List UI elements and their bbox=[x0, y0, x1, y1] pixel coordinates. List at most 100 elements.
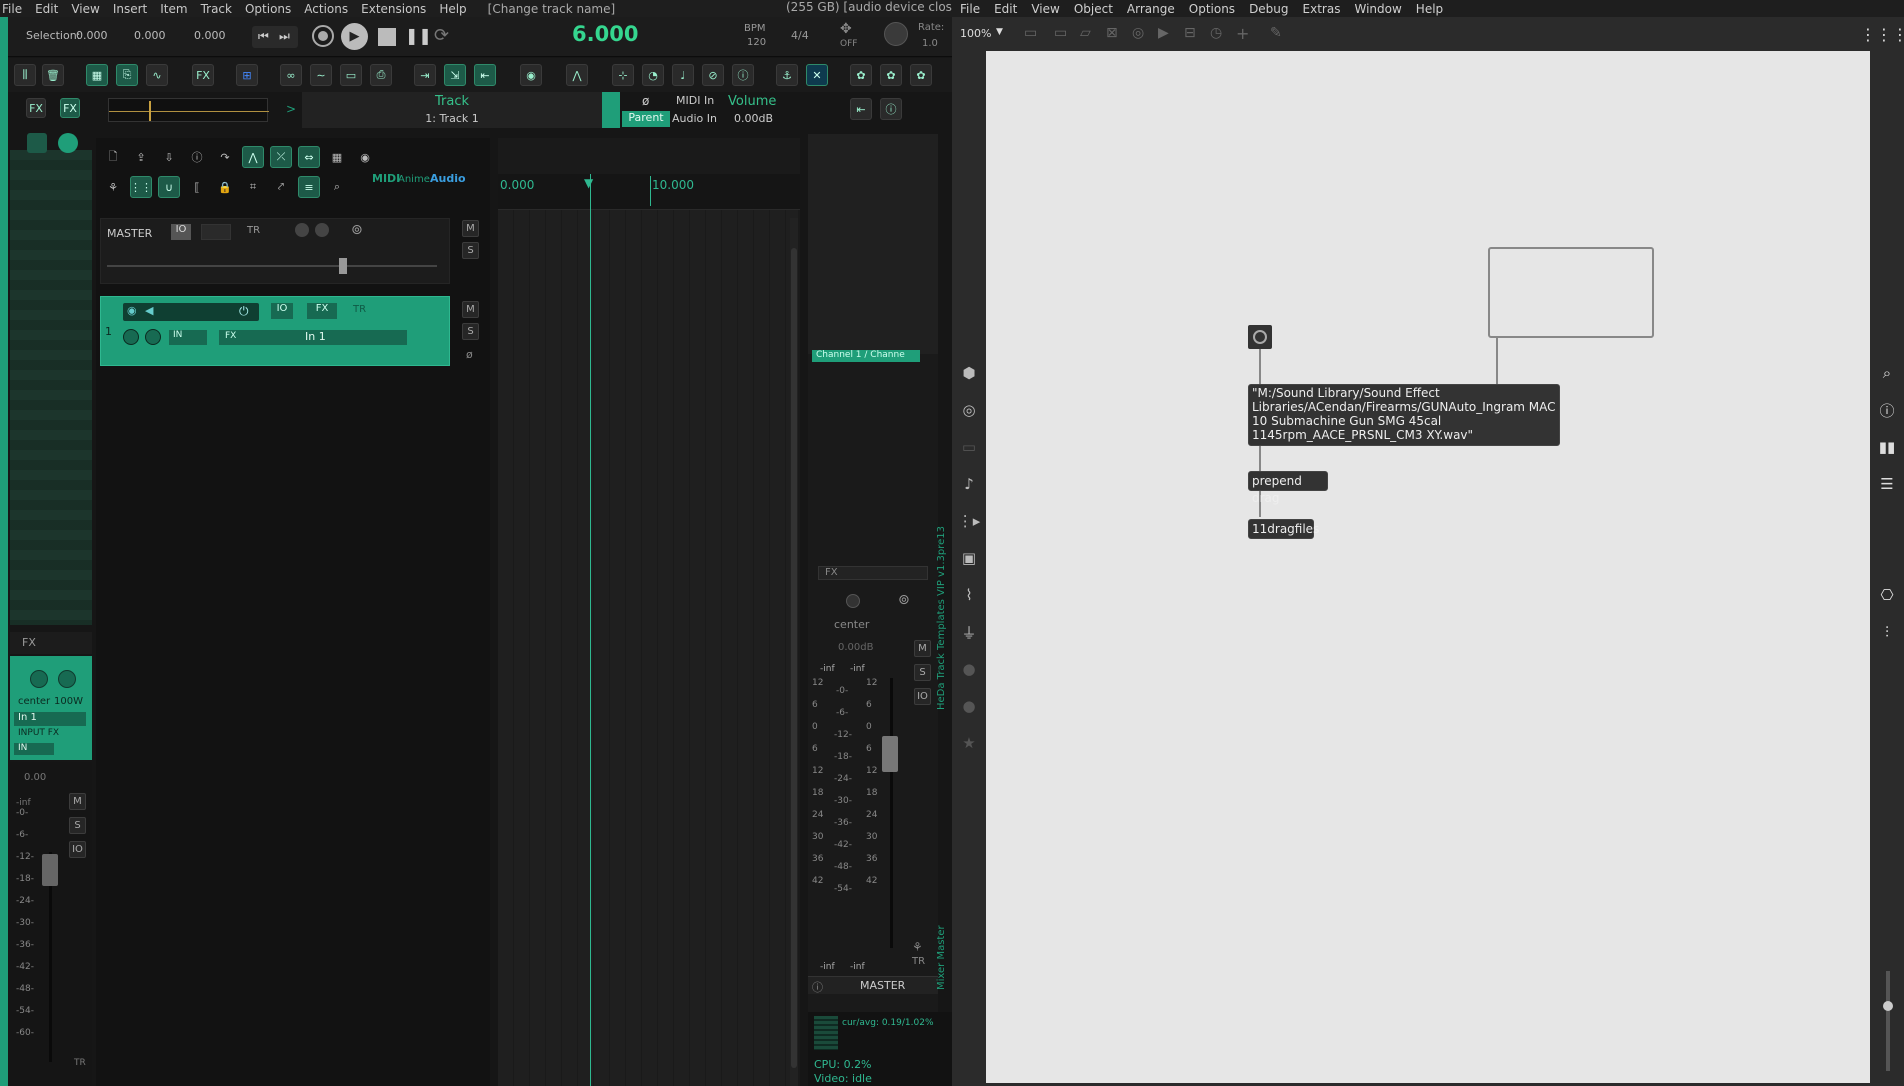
comment-icon[interactable]: ▱ bbox=[1080, 25, 1091, 41]
stereo-icon[interactable]: ⊚ bbox=[351, 222, 363, 238]
master-solo-button[interactable]: S bbox=[462, 242, 479, 259]
nodes-icon[interactable]: ⚘ bbox=[102, 176, 124, 198]
track-1-mute-button[interactable]: M bbox=[462, 301, 479, 318]
info-i-icon[interactable]: ⓘ bbox=[1874, 398, 1900, 422]
left-solo-button[interactable]: S bbox=[69, 817, 86, 834]
redo-icon[interactable]: ↷ bbox=[214, 146, 236, 168]
record-mode-icon[interactable]: ∞ bbox=[280, 64, 302, 86]
new-project-icon[interactable]: 🗋 bbox=[102, 146, 124, 168]
message-icon[interactable]: ▭ bbox=[1054, 25, 1067, 41]
spectrum-icon[interactable]: ⋀ bbox=[566, 64, 588, 86]
zoom-chevron-icon[interactable]: ▼ bbox=[996, 27, 1003, 37]
fx-chain-icon[interactable]: FX bbox=[192, 64, 214, 86]
input-fx-label[interactable]: INPUT FX bbox=[18, 728, 59, 738]
split-icon[interactable]: ⇲ bbox=[444, 64, 466, 86]
upload-icon[interactable]: ⇪ bbox=[130, 146, 152, 168]
play-obj-icon[interactable]: ▶ bbox=[1158, 25, 1169, 41]
back-icon[interactable]: ⇤ bbox=[850, 98, 872, 120]
rate-knob[interactable] bbox=[884, 22, 908, 46]
max-vertical-zoom[interactable] bbox=[1883, 971, 1893, 1071]
repeat-icon[interactable]: ⟳ bbox=[434, 25, 449, 46]
anime-toolbar-label[interactable]: Anime bbox=[398, 174, 430, 185]
render-icon[interactable]: ⎙ bbox=[370, 64, 392, 86]
arrange-vscroll[interactable] bbox=[790, 218, 798, 1086]
time-signature[interactable]: 4/4 bbox=[791, 29, 809, 42]
meter-icon[interactable]: ⓘ bbox=[880, 98, 902, 120]
routing-icon[interactable]: ⎘ bbox=[116, 64, 138, 86]
left-strip-fx-label[interactable]: FX bbox=[22, 636, 36, 649]
bang-object[interactable] bbox=[1248, 325, 1272, 349]
waveform-icon[interactable]: ∿ bbox=[146, 64, 168, 86]
group-icon-3[interactable]: ✿ bbox=[910, 64, 932, 86]
max-menu-help[interactable]: Help bbox=[1416, 2, 1443, 16]
zoom-handle[interactable] bbox=[1883, 1001, 1893, 1011]
left-input-select[interactable]: In 1 bbox=[14, 712, 86, 726]
arrange-view[interactable]: 0.000 10.000 ▼ bbox=[498, 138, 800, 1086]
arrange-view-icon[interactable]: ▦ bbox=[86, 64, 108, 86]
max-menu-arrange[interactable]: Arrange bbox=[1127, 2, 1175, 16]
track-1[interactable]: 1 ◉ ◀ ⏻ IO FX TR IN FX In 1 bbox=[100, 296, 450, 366]
master-tr-label[interactable]: TR bbox=[247, 225, 260, 236]
master-mute-button[interactable]: M bbox=[462, 220, 479, 237]
track-1-input-mode[interactable]: IN bbox=[169, 330, 207, 345]
clock-icon[interactable]: ◔ bbox=[642, 64, 664, 86]
record-arm-icon[interactable]: ◉ bbox=[127, 304, 137, 317]
filepath-message-box[interactable]: "M:/Sound Library/Sound Effect Libraries… bbox=[1248, 384, 1560, 446]
plug-icon[interactable]: ⏚ bbox=[956, 620, 982, 644]
list-icon[interactable]: ☰ bbox=[1874, 472, 1900, 496]
group-icon-2[interactable]: ✿ bbox=[880, 64, 902, 86]
paint-icon[interactable]: ✎ bbox=[1270, 25, 1282, 41]
fx-off-icon[interactable]: FX bbox=[26, 98, 46, 118]
master-vol-knob[interactable] bbox=[295, 223, 309, 237]
link-icon[interactable]: ⇔ bbox=[298, 146, 320, 168]
grid-icon[interactable]: ▦ bbox=[326, 146, 348, 168]
envelope-icon[interactable]: ∼ bbox=[310, 64, 332, 86]
master-io-button[interactable]: IO bbox=[171, 224, 191, 240]
bpm-value[interactable]: 120 bbox=[747, 37, 766, 48]
music-icon[interactable]: ♪ bbox=[956, 472, 982, 496]
midi-in-label[interactable]: MIDI In bbox=[676, 94, 714, 107]
menu-insert[interactable]: Insert bbox=[113, 2, 147, 16]
stop-button[interactable] bbox=[378, 28, 396, 46]
grid-toggle-icon[interactable]: ⋮⋮⋮ bbox=[1860, 25, 1904, 44]
lock-icon[interactable]: 🔒 bbox=[214, 176, 236, 198]
crop-icon[interactable]: ⌗ bbox=[242, 176, 264, 198]
mixer-fx-slot[interactable]: FX bbox=[818, 566, 928, 580]
search-toolbar-icon[interactable]: ⊘ bbox=[702, 64, 724, 86]
selection-start[interactable]: 0.000 bbox=[76, 29, 108, 42]
track-1-input-select[interactable]: FX In 1 bbox=[219, 330, 407, 345]
master-fx-button[interactable] bbox=[201, 224, 231, 240]
blue-tool-icon[interactable]: ⊞ bbox=[236, 64, 258, 86]
left-vol-readout[interactable]: 0.00 bbox=[24, 772, 46, 783]
group-icon-1[interactable]: ✿ bbox=[850, 64, 872, 86]
b-icon[interactable]: ● bbox=[956, 694, 982, 718]
rate-value[interactable]: 1.0 bbox=[922, 38, 938, 49]
selection-length[interactable]: 0.000 bbox=[194, 29, 226, 42]
track-1-pan-knob[interactable] bbox=[145, 329, 161, 345]
anchor-icon[interactable]: ⚓ bbox=[776, 64, 798, 86]
track-1-io-button[interactable]: IO bbox=[271, 303, 293, 319]
max-menu-extras[interactable]: Extras bbox=[1303, 2, 1341, 16]
menu-extensions[interactable]: Extensions bbox=[361, 2, 426, 16]
metronome-icon[interactable]: ✥ bbox=[840, 21, 852, 37]
sequence-icon[interactable]: ⋮▸ bbox=[956, 509, 982, 533]
mixer-pan-knob[interactable] bbox=[846, 594, 860, 608]
max-menu-view[interactable]: View bbox=[1031, 2, 1059, 16]
fx-on-icon[interactable]: FX bbox=[60, 98, 80, 118]
go-end-icon[interactable]: ⏭ bbox=[279, 29, 290, 44]
left-io-button[interactable]: IO bbox=[69, 841, 86, 858]
download-icon[interactable]: ⇩ bbox=[158, 146, 180, 168]
image-icon[interactable]: ▣ bbox=[956, 546, 982, 570]
bracket-icon[interactable]: ⟦ bbox=[186, 176, 208, 198]
max-menu-window[interactable]: Window bbox=[1354, 2, 1401, 16]
info-icon[interactable]: ⓘ bbox=[732, 64, 754, 86]
track-1-vol-knob[interactable] bbox=[123, 329, 139, 345]
left-tr-label[interactable]: TR bbox=[74, 1058, 86, 1068]
note-icon[interactable]: ♩ bbox=[672, 64, 694, 86]
dial-obj-icon[interactable]: ◷ bbox=[1210, 25, 1222, 41]
target-icon[interactable]: ◎ bbox=[956, 398, 982, 422]
pause-button[interactable]: ❚❚ bbox=[405, 26, 432, 45]
menu-view[interactable]: View bbox=[71, 2, 99, 16]
info-circle-icon[interactable]: ⓘ bbox=[186, 146, 208, 168]
file-drop-area[interactable] bbox=[1488, 247, 1654, 338]
